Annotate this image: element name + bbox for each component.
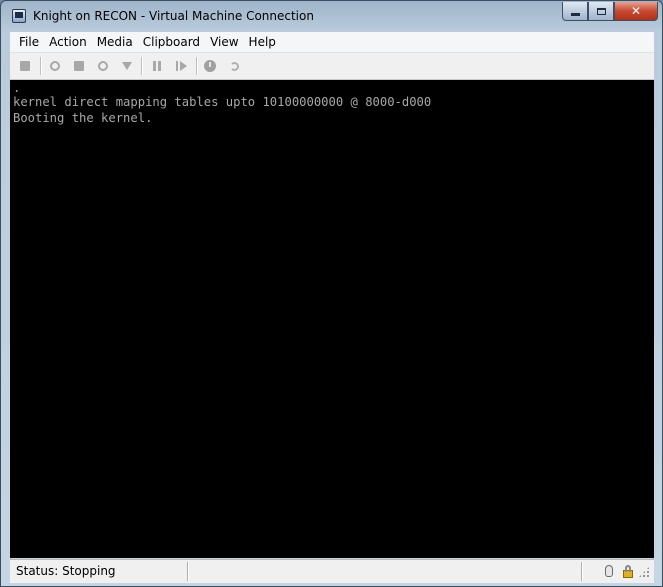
toolbar bbox=[10, 53, 654, 80]
console-line: kernel direct mapping tables upto 101000… bbox=[13, 95, 432, 109]
menu-action[interactable]: Action bbox=[44, 32, 92, 52]
menu-bar: File Action Media Clipboard View Help bbox=[10, 32, 654, 53]
ctrl-alt-del-icon bbox=[20, 61, 30, 71]
console-line: Booting the kernel. bbox=[13, 111, 153, 125]
revert-icon bbox=[229, 61, 239, 71]
title-bar[interactable]: Knight on RECON - Virtual Machine Connec… bbox=[1, 1, 662, 33]
close-button[interactable]: ✕ bbox=[614, 2, 658, 21]
status-bar: Status: Stopping bbox=[10, 559, 654, 583]
menu-view[interactable]: View bbox=[205, 32, 243, 52]
reset-icon bbox=[175, 61, 187, 71]
window-title: Knight on RECON - Virtual Machine Connec… bbox=[33, 9, 314, 23]
status-separator bbox=[187, 562, 189, 581]
resize-grip-icon[interactable] bbox=[638, 566, 650, 578]
menu-clipboard[interactable]: Clipboard bbox=[138, 32, 205, 52]
menu-media[interactable]: Media bbox=[92, 32, 138, 52]
reset-button[interactable] bbox=[173, 58, 189, 74]
status-text: Status: Stopping bbox=[16, 564, 116, 578]
toolbar-separator bbox=[141, 57, 143, 75]
minimize-button[interactable] bbox=[562, 2, 588, 21]
maximize-icon bbox=[596, 7, 606, 15]
menu-help[interactable]: Help bbox=[244, 32, 281, 52]
maximize-button[interactable] bbox=[588, 2, 614, 21]
toolbar-separator bbox=[196, 57, 198, 75]
pause-button[interactable] bbox=[149, 58, 165, 74]
app-icon[interactable] bbox=[12, 9, 26, 23]
status-separator bbox=[581, 562, 583, 581]
start-icon bbox=[50, 61, 60, 71]
ctrl-alt-del-button[interactable] bbox=[17, 58, 33, 74]
window-controls: ✕ bbox=[562, 2, 658, 22]
vm-console-screen[interactable]: . kernel direct mapping tables upto 1010… bbox=[10, 80, 654, 558]
save-state-button[interactable] bbox=[119, 58, 135, 74]
mouse-icon bbox=[602, 564, 616, 578]
save-state-icon bbox=[122, 62, 132, 70]
snapshot-icon bbox=[204, 60, 216, 72]
close-icon: ✕ bbox=[630, 4, 642, 18]
vm-connection-window: Knight on RECON - Virtual Machine Connec… bbox=[0, 0, 663, 587]
start-button[interactable] bbox=[47, 58, 63, 74]
shutdown-icon bbox=[98, 61, 108, 71]
lock-icon bbox=[621, 564, 635, 578]
shutdown-button[interactable] bbox=[95, 58, 111, 74]
toolbar-separator bbox=[40, 57, 42, 75]
minimize-icon bbox=[570, 12, 580, 16]
pause-icon bbox=[153, 61, 161, 71]
menu-file[interactable]: File bbox=[10, 32, 44, 52]
turn-off-icon bbox=[74, 61, 84, 71]
snapshot-button[interactable] bbox=[202, 58, 218, 74]
revert-button[interactable] bbox=[226, 58, 242, 74]
turn-off-button[interactable] bbox=[71, 58, 87, 74]
